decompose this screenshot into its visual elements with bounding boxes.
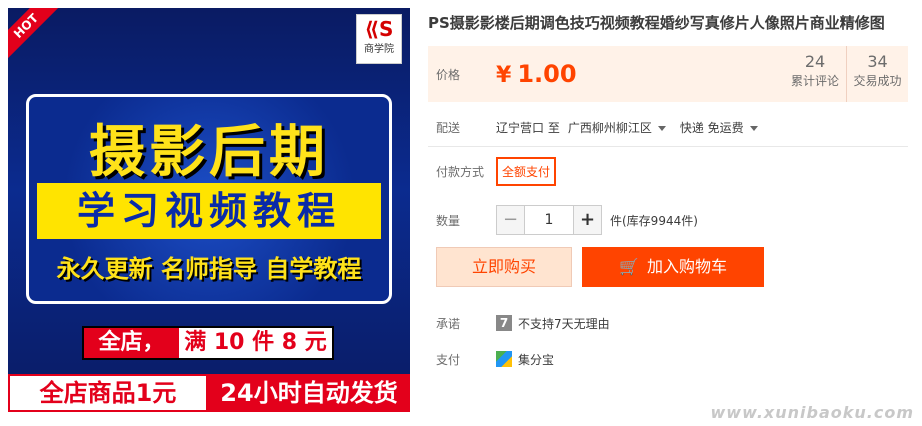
logo-icon: ⟪S bbox=[364, 17, 394, 41]
quantity-increase-button[interactable]: + bbox=[573, 206, 601, 234]
promise-row: 承诺 7 不支持7天无理由 bbox=[428, 313, 908, 333]
banner-subtitle: 学习视频教程 bbox=[37, 183, 381, 239]
payment-method-row: 付款方式 全额支付 bbox=[428, 156, 908, 186]
shipping-label: 配送 bbox=[436, 120, 461, 135]
product-image[interactable]: HOT ⟪S 商学院 摄影后期 学习视频教程 永久更新 名师指导 自学教程 全店… bbox=[0, 0, 412, 426]
promo-store-label: 全店， bbox=[84, 328, 179, 358]
quantity-stepper: − 1 + bbox=[496, 205, 602, 235]
promo-offer-text: 满 10 件 8 元 bbox=[184, 330, 327, 355]
action-buttons: 立即购买 🛒 加入购物车 bbox=[428, 247, 908, 287]
price-label: 价格 bbox=[436, 67, 461, 82]
buy-now-button[interactable]: 立即购买 bbox=[436, 247, 572, 287]
stat-reviews[interactable]: 24 累计评论 bbox=[784, 46, 846, 102]
quantity-input[interactable]: 1 bbox=[525, 206, 573, 234]
cart-icon: 🛒 bbox=[619, 257, 639, 276]
stat-transactions-label: 交易成功 bbox=[853, 74, 902, 88]
quantity-label: 数量 bbox=[436, 213, 461, 228]
hot-badge: HOT bbox=[8, 8, 62, 62]
chevron-down-icon bbox=[657, 125, 666, 131]
logo-text: 商学院 bbox=[364, 44, 394, 55]
product-banner: HOT ⟪S 商学院 摄影后期 学习视频教程 永久更新 名师指导 自学教程 全店… bbox=[8, 8, 410, 412]
shipping-method-select[interactable]: 快递 免运费 bbox=[680, 119, 772, 136]
price-panel: 价格 ¥1.00 24 累计评论 34 交易成功 bbox=[428, 46, 908, 102]
pay-row: 支付 集分宝 bbox=[428, 349, 908, 369]
quantity-row: 数量 − 1 + 件(库存9944件) bbox=[428, 205, 908, 235]
payment-method-label: 付款方式 bbox=[436, 164, 485, 179]
shipping-destination: 广西柳州柳江区 bbox=[567, 120, 652, 135]
banner-main-title: 摄影后期 bbox=[89, 120, 329, 185]
product-info-panel: PS摄影影楼后期调色技巧视频教程婚纱写真修片人像照片商业精修图 价格 ¥1.00… bbox=[428, 0, 908, 369]
promo-all-label: 全店商品1元 bbox=[10, 376, 206, 410]
product-title: PS摄影影楼后期调色技巧视频教程婚纱写真修片人像照片商业精修图 bbox=[428, 14, 885, 32]
price-amount: 1.00 bbox=[517, 60, 577, 88]
stat-transactions-count: 34 bbox=[867, 52, 888, 71]
stat-transactions[interactable]: 34 交易成功 bbox=[846, 46, 908, 102]
stat-reviews-label: 累计评论 bbox=[790, 74, 839, 88]
jifenbao-icon bbox=[496, 351, 512, 367]
shipping-method: 快递 免运费 bbox=[679, 120, 744, 135]
quantity-decrease-button[interactable]: − bbox=[497, 206, 525, 234]
shipping-from: 辽宁营口 至 bbox=[496, 120, 560, 135]
title-frame: 摄影后期 学习视频教程 永久更新 名师指导 自学教程 bbox=[26, 94, 392, 304]
promise-label: 承诺 bbox=[436, 316, 461, 331]
watermark: www.xunibaoku.com bbox=[710, 403, 914, 422]
pay-label: 支付 bbox=[436, 352, 461, 367]
add-to-cart-label: 加入购物车 bbox=[646, 257, 727, 276]
shipping-row: 配送 辽宁营口 至 广西柳州柳江区 快递 免运费 bbox=[428, 116, 908, 138]
promo-discount: 全店， 满 10 件 8 元 bbox=[82, 326, 334, 360]
price-value: ¥1.00 bbox=[496, 60, 577, 88]
banner-tagline: 永久更新 名师指导 自学教程 bbox=[56, 255, 362, 283]
payment-option-full[interactable]: 全额支付 bbox=[496, 156, 557, 186]
stat-reviews-count: 24 bbox=[804, 52, 826, 71]
add-to-cart-button[interactable]: 🛒 加入购物车 bbox=[582, 247, 764, 287]
shipping-destination-select[interactable]: 广西柳州柳江区 bbox=[568, 119, 680, 136]
promo-ship-label: 24小时自动发货 bbox=[220, 379, 398, 407]
promo-bottom-band: 全店商品1元 24小时自动发货 bbox=[8, 374, 410, 412]
sales-stats: 24 累计评论 34 交易成功 bbox=[784, 46, 908, 102]
chevron-down-icon bbox=[749, 125, 758, 131]
brand-logo: ⟪S 商学院 bbox=[356, 14, 402, 64]
pay-text[interactable]: 集分宝 bbox=[518, 351, 554, 368]
currency-symbol: ¥ bbox=[496, 63, 512, 88]
seven-day-icon: 7 bbox=[496, 315, 512, 331]
stock-info: 件(库存9944件) bbox=[610, 213, 698, 228]
promise-text[interactable]: 不支持7天无理由 bbox=[518, 315, 610, 332]
divider bbox=[428, 146, 908, 147]
